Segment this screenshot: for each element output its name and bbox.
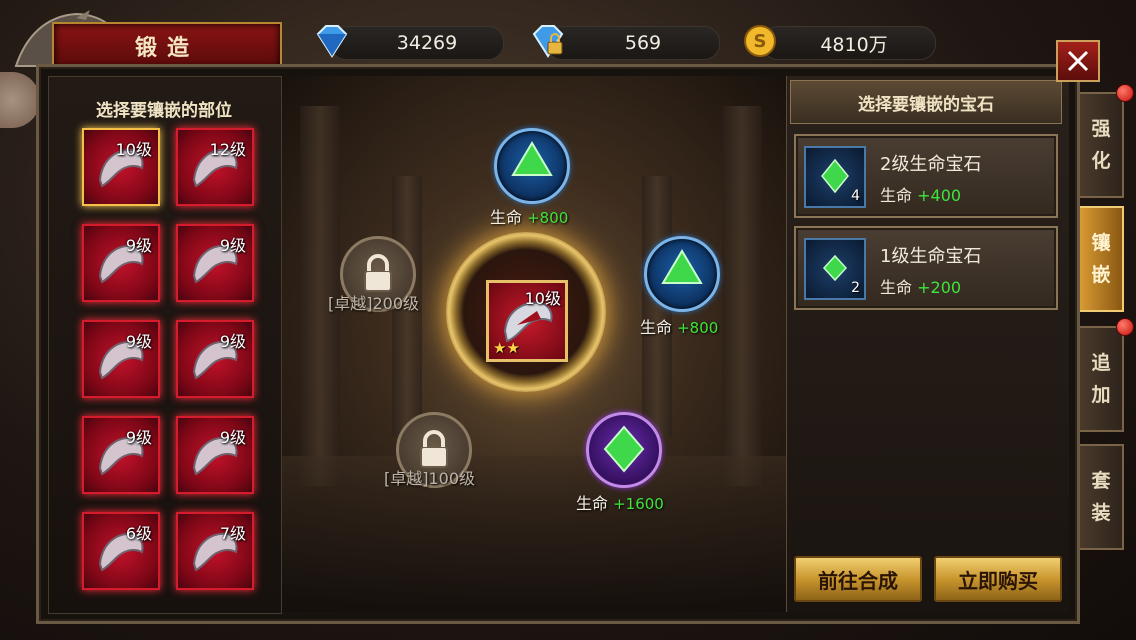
gem-count: 4 [851,188,860,204]
gem-stat-value: +400 [917,186,962,205]
gold-coin-icon: S [744,25,776,57]
side-tab-char: 镶 [1091,232,1111,254]
side-tab-char: 追 [1091,352,1111,374]
side-tab-char: 强 [1091,118,1111,140]
slot-level: 10级 [115,140,152,159]
buy-now-button[interactable]: 立即购买 [934,556,1062,602]
equipment-slot[interactable]: 7级 [176,512,254,590]
side-tab[interactable]: 强化 [1080,92,1124,198]
locked-socket-2-label: [卓越]100级 [384,469,476,488]
equipment-slot[interactable]: 10级 [82,128,160,206]
equipment-slot[interactable]: 6级 [82,512,160,590]
equipment-level: 10级 [524,289,561,308]
gem-stat: 生命 +400 [880,182,961,206]
equipment-slot[interactable]: 9级 [82,224,160,302]
gem-socket-1[interactable] [494,128,570,204]
close-button[interactable] [1056,40,1100,82]
side-tab-char: 化 [1091,150,1111,172]
equipment-slot[interactable]: 9级 [176,416,254,494]
locked-socket-1-label: [卓越]200级 [328,294,420,313]
side-tab-char: 装 [1091,502,1111,524]
diamond-icon [316,25,348,58]
green-gem-icon [661,249,703,284]
gem-thumbnail: 2 [804,238,866,300]
bound-diamond-value: 569 [624,32,662,54]
gem-select-title: 选择要镶嵌的宝石 [858,94,994,115]
guild-logo [0,72,40,128]
gem-socket-3[interactable] [586,412,662,488]
star-rating-icon: ★★ [493,339,520,357]
side-tab-char: 加 [1091,384,1111,406]
slot-level: 7级 [219,524,246,543]
gold-counter: 4810万 [762,26,936,60]
gem-stat-name: 生命 [880,278,913,297]
socket-1-stat: 生命 +800 [490,204,568,228]
equipment-slot[interactable]: 12级 [176,128,254,206]
socket-2-stat-value: +800 [677,319,719,337]
slot-level: 9级 [125,332,152,351]
equipment-slot[interactable]: 9级 [82,416,160,494]
side-tab[interactable]: 追加 [1080,326,1124,432]
slot-level: 9级 [125,428,152,447]
go-synthesize-button[interactable]: 前往合成 [794,556,922,602]
gem-stat: 生命 +200 [880,274,961,298]
gem-name: 1级生命宝石 [880,246,982,267]
notification-dot-icon [1116,318,1134,336]
gem-socket-2[interactable] [644,236,720,312]
side-tab-char: 套 [1091,470,1111,492]
gem-count: 2 [851,280,860,296]
equipment-slot[interactable]: 9级 [176,224,254,302]
socket-3-stat: 生命 +1600 [576,490,664,514]
page-title: 锻造 [52,22,282,70]
equipment-slot[interactable]: 9级 [176,320,254,398]
slot-level: 9级 [219,428,246,447]
equipment-slot[interactable]: 9级 [82,320,160,398]
gem-card-1[interactable]: 4 2级生命宝石 生命 +400 [794,134,1058,218]
gold-value: 4810万 [820,33,888,56]
close-icon [1067,50,1089,72]
gem-name: 2级生命宝石 [880,154,982,175]
diamond-counter: 34269 [330,26,504,60]
socket-3-stat-name: 生命 [576,494,609,513]
socket-2-stat-name: 生命 [640,318,673,337]
slot-level: 9级 [125,236,152,255]
diamond-value: 34269 [396,32,458,54]
gem-card-2[interactable]: 2 1级生命宝石 生命 +200 [794,226,1058,310]
pillar [722,106,762,486]
side-tab-char: 嵌 [1091,264,1111,286]
socket-3-stat-value: +1600 [613,495,664,513]
part-select-title: 选择要镶嵌的部位 [96,101,232,121]
slot-level: 12级 [209,140,246,159]
slot-level: 9级 [219,236,246,255]
gem-select-header: 选择要镶嵌的宝石 [790,80,1062,124]
slot-level: 9级 [219,332,246,351]
socket-1-stat-value: +800 [527,209,569,227]
selected-equipment[interactable]: 10级 ★★ [486,280,568,362]
socket-2-stat: 生命 +800 [640,314,718,338]
side-tab[interactable]: 镶嵌 [1080,206,1124,312]
gem-stat-value: +200 [917,278,962,297]
bound-diamond-counter: 569 [546,26,720,60]
gem-thumbnail: 4 [804,146,866,208]
gem-stat-name: 生命 [880,186,913,205]
socket-1-stat-name: 生命 [490,208,523,227]
side-tab[interactable]: 套装 [1080,444,1124,550]
bound-diamond-icon [532,25,564,58]
slot-level: 6级 [125,524,152,543]
notification-dot-icon [1116,84,1134,102]
green-gem-icon [603,425,645,473]
green-gem-icon [511,141,553,176]
svg-text:S: S [754,31,767,52]
floor [282,456,786,612]
